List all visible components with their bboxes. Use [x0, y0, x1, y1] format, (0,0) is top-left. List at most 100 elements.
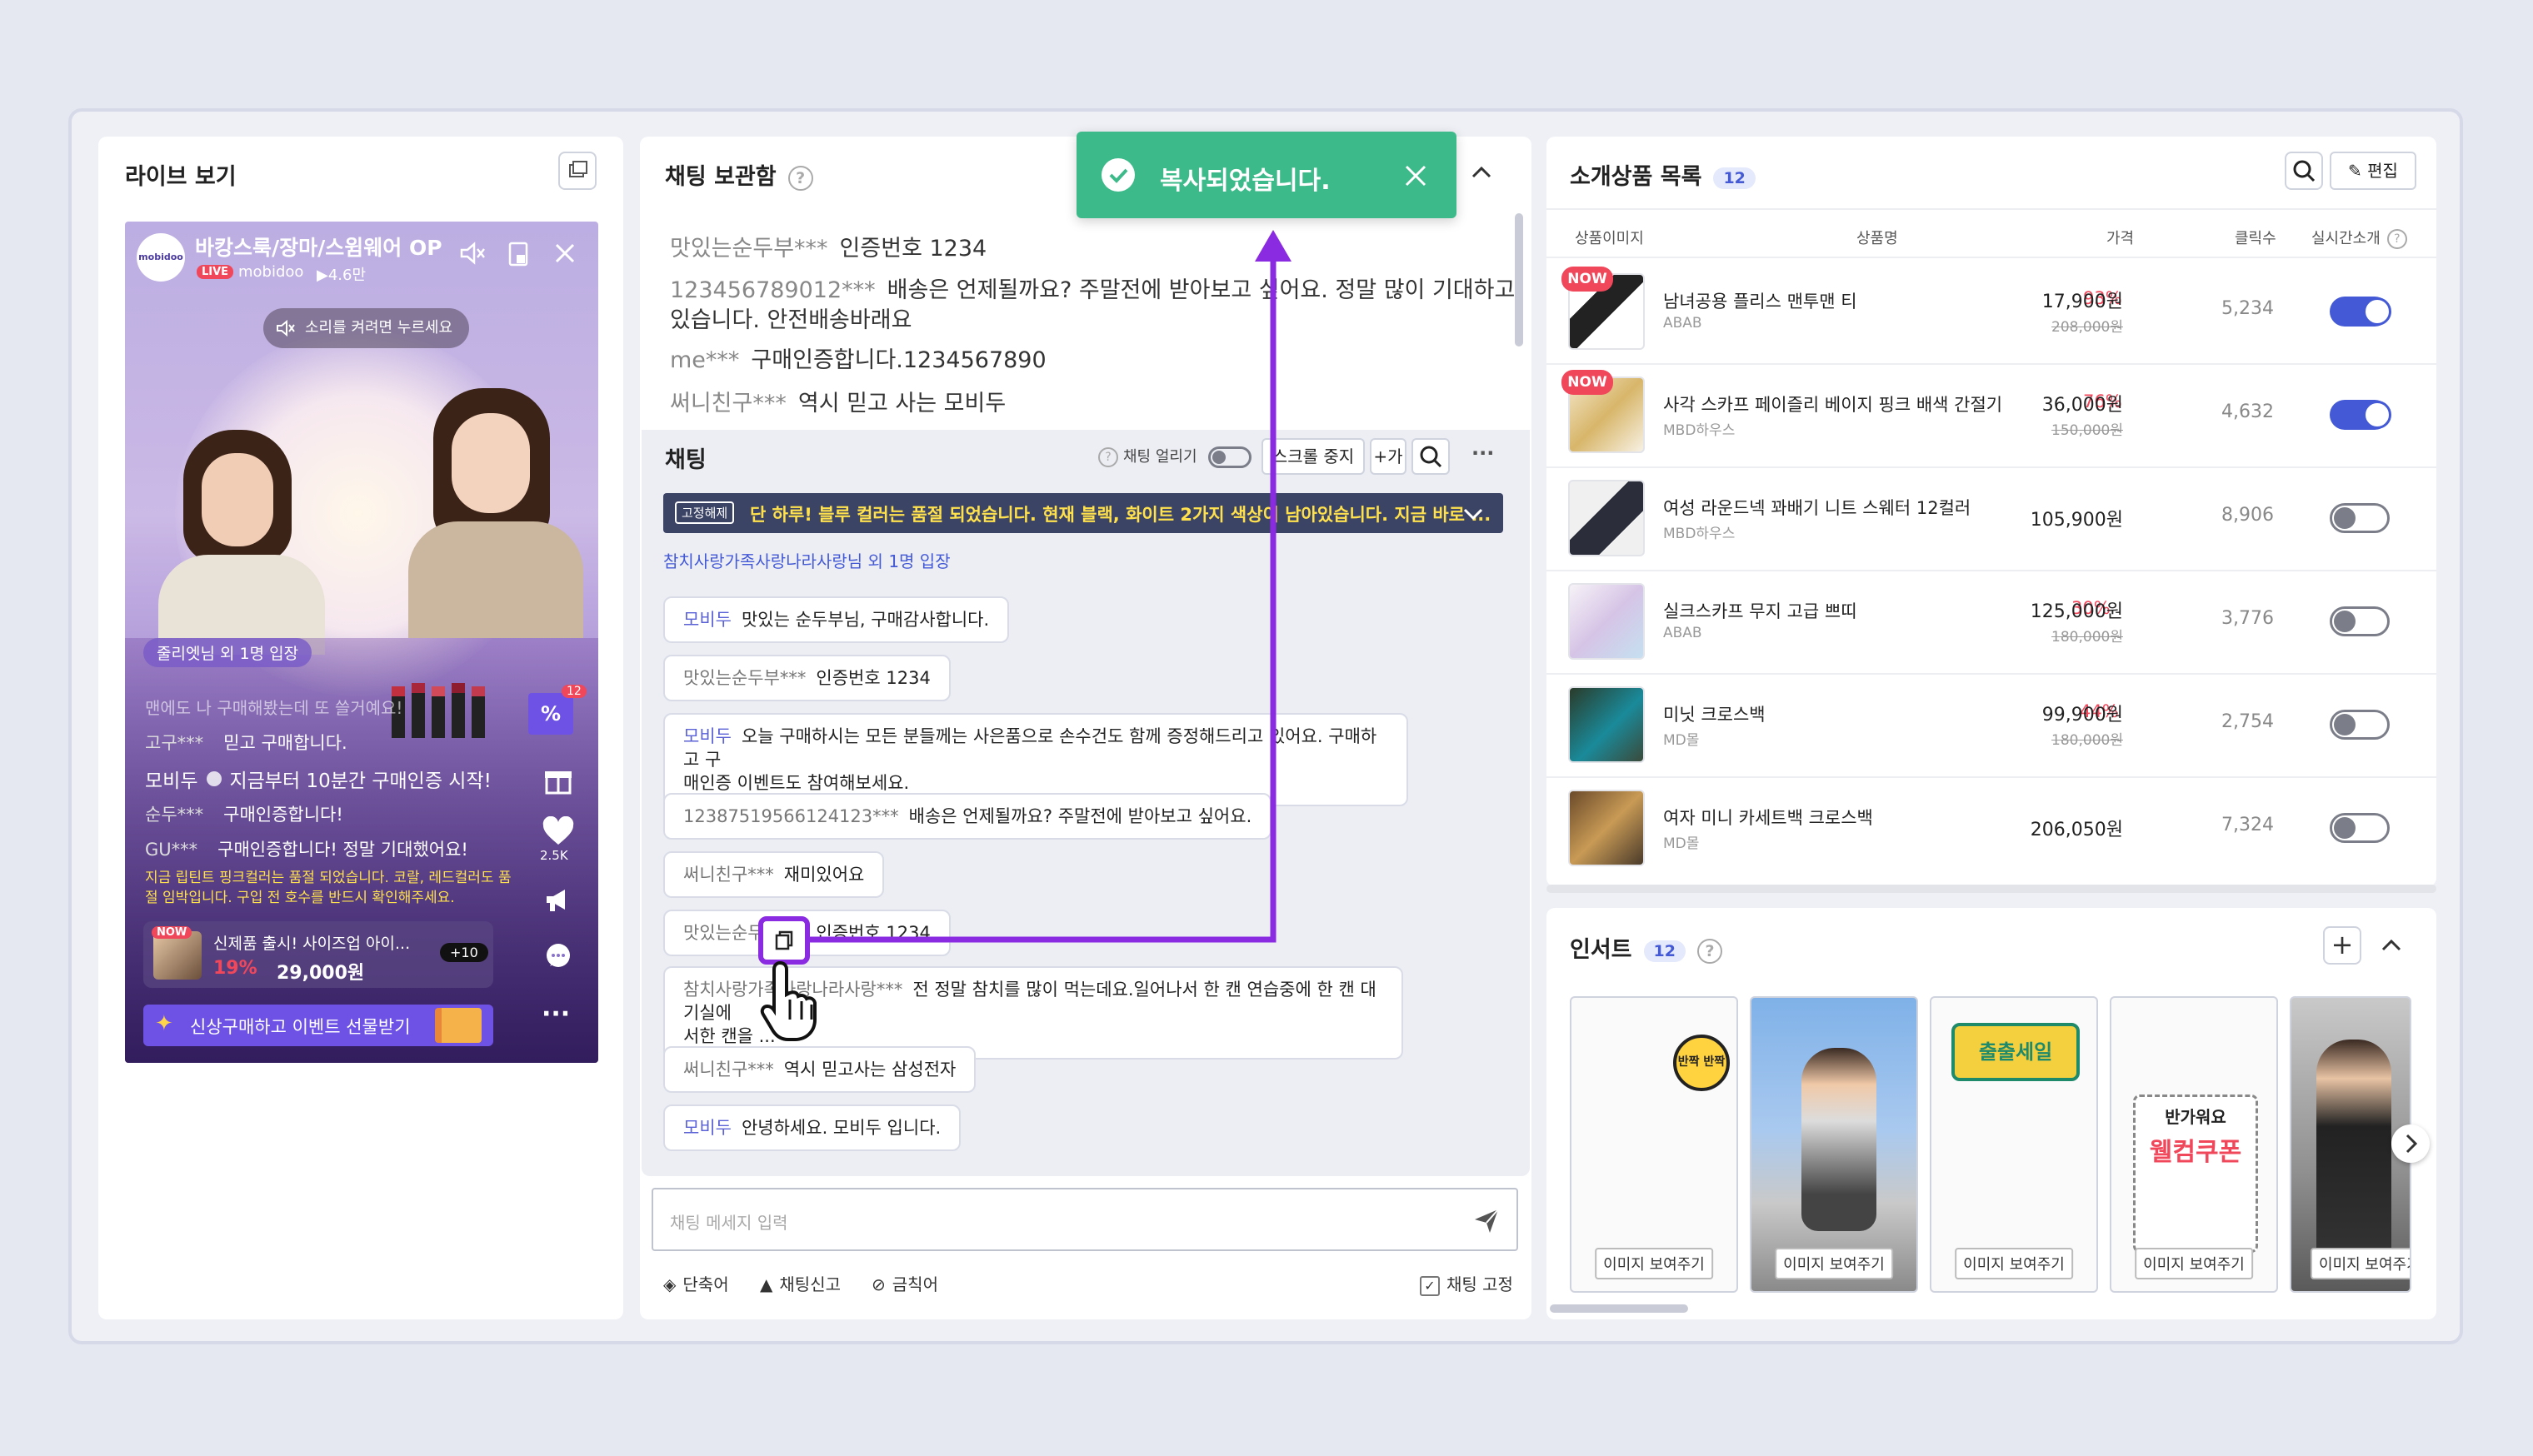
live-title: 라이브 보기 — [125, 164, 237, 190]
product-row[interactable]: 미닛 크로스백 MD몰 44% 99,900원 180,000원 2,754 — [1546, 673, 2436, 778]
product-brand: MBD하우스 — [1663, 526, 1736, 542]
insert-title: 인서트 12? — [1570, 931, 1722, 964]
mute-icon[interactable] — [455, 237, 488, 270]
channel-title: 바캉스룩/장마/스윔웨어 OP — [195, 236, 442, 260]
next-arrow-button[interactable] — [2391, 1124, 2430, 1163]
insert-hscroll[interactable] — [1550, 1304, 1688, 1313]
now-badge: NOW — [1561, 267, 1613, 292]
product-row[interactable]: NOW 사각 스카프 페이즐리 베이지 핑크 배색 간절기 MBD하우스 76%… — [1546, 363, 2436, 468]
live-toggle[interactable] — [2330, 710, 2390, 740]
collapse-icon[interactable] — [1466, 158, 1496, 188]
product-price: 105,900원 — [2030, 510, 2123, 531]
live-toggle[interactable] — [2330, 400, 2391, 430]
banned-words-button[interactable]: ⊘ 금칙어 — [872, 1271, 938, 1295]
live-chat-line: 맨에도 나 구매해봤는데 또 쓸거예요! — [145, 698, 403, 718]
edit-button[interactable]: ✎ 편집 — [2330, 152, 2416, 190]
gift-icon[interactable] — [542, 763, 575, 796]
product-clicks: 8,906 — [2221, 505, 2274, 526]
product-name: 여성 라운드넥 꽈배기 니트 스웨터 12컬러 — [1663, 498, 1971, 518]
show-image-button[interactable]: 이미지 보여주기 — [1595, 1248, 1713, 1279]
show-image-button[interactable]: 이미지 보여주기 — [2311, 1248, 2410, 1279]
products-hscroll[interactable] — [1546, 885, 2436, 893]
product-price: 17,900원 — [2041, 292, 2123, 312]
insert-card[interactable]: 출출세일 이미지 보여주기 — [1930, 996, 2098, 1293]
live-toggle[interactable] — [2330, 606, 2390, 636]
chat-search-button[interactable] — [1411, 438, 1450, 475]
now-badge: NOW — [152, 926, 192, 939]
live-badge: LIVE — [197, 265, 234, 279]
font-size-button[interactable]: +가 — [1370, 438, 1406, 475]
live-toggle[interactable] — [2330, 813, 2390, 843]
product-row[interactable]: 실크스카프 무지 고급 쁘띠 ABAB 30% 125,000원 180,000… — [1546, 570, 2436, 675]
event-banner-text: 신상구매하고 이벤트 선물받기 — [190, 1017, 411, 1037]
product-search-button[interactable] — [2285, 152, 2323, 190]
report-button[interactable]: ▲ 채팅신고 — [760, 1271, 841, 1295]
more-icon[interactable]: ··· — [542, 1000, 570, 1029]
product-row[interactable]: 여자 미니 카세트백 크로스백 MD몰 206,050원 7,324 — [1546, 776, 2436, 880]
chat-bubble[interactable]: 모비두 안녕하세요. 모비두 입니다. — [663, 1104, 962, 1151]
hand-cursor-icon — [760, 960, 817, 1041]
product-name: 여자 미니 카세트백 크로스백 — [1663, 808, 1873, 828]
add-insert-button[interactable]: + — [2323, 926, 2361, 965]
comment-icon[interactable] — [542, 940, 575, 973]
collapse-icon[interactable] — [2376, 931, 2406, 961]
help-icon[interactable]: ? — [2386, 229, 2407, 249]
insert-card[interactable]: 이미지 보여주기 — [1750, 996, 1918, 1293]
product-name: 실크스카프 무지 고급 쁘띠 — [1663, 601, 1857, 621]
welcome-top: 반가워요 — [2165, 1107, 2226, 1127]
show-image-button[interactable]: 이미지 보여주기 — [2135, 1248, 2253, 1279]
help-icon[interactable]: ? — [787, 165, 813, 191]
like-count: 2.5K — [540, 848, 568, 863]
unpin-tag[interactable]: 고정해제 — [675, 501, 735, 524]
product-original-price: 180,000원 — [2051, 629, 2123, 646]
insert-card[interactable]: 반가워요 웰컴쿠폰 이미지 보여주기 — [2110, 996, 2278, 1293]
product-more-badge[interactable]: +10 — [440, 943, 488, 962]
ban-icon: ⊘ — [872, 1274, 886, 1294]
live-product-card[interactable]: NOW 신제품 출시! 사이즈업 아이... 19% 29,000원 +10 — [143, 921, 493, 988]
toast: 복사되었습니다. — [1077, 132, 1456, 218]
chevron-down-icon[interactable] — [1460, 500, 1486, 526]
live-video[interactable]: mobidoo 바캉스룩/장마/스윔웨어 OP LIVE mobidoo ▶4.… — [125, 222, 598, 1063]
chat-bubble[interactable]: 써니친구*** 역시 믿고사는 삼성전자 — [663, 1046, 977, 1093]
product-clicks: 5,234 — [2221, 298, 2274, 319]
col-price: 가격 — [2106, 230, 2135, 247]
toast-close-icon[interactable] — [1400, 160, 1431, 192]
event-banner[interactable]: ✦ 신상구매하고 이벤트 선물받기 — [143, 1005, 493, 1046]
show-image-button[interactable]: 이미지 보여주기 — [1775, 1248, 1893, 1279]
show-image-button[interactable]: 이미지 보여주기 — [1955, 1248, 2073, 1279]
archive-scrollbar[interactable] — [1515, 213, 1523, 347]
pin-chat-checkbox[interactable]: ✓ 채팅 고정 — [1420, 1271, 1513, 1296]
product-row[interactable]: 여성 라운드넥 꽈배기 니트 스웨터 12컬러 MBD하우스 105,900원 … — [1546, 466, 2436, 571]
copy-icon — [775, 930, 793, 950]
insert-card[interactable]: 반짝 반짝 이미지 보여주기 — [1570, 996, 1738, 1293]
send-icon[interactable] — [1471, 1206, 1501, 1236]
sound-hint-text: 소리를 켜려면 누르세요 — [305, 319, 453, 337]
close-icon[interactable] — [548, 237, 582, 270]
heart-icon[interactable] — [542, 816, 575, 846]
shortcut-button[interactable]: ◈ 단축어 — [663, 1271, 729, 1295]
percent-badge[interactable]: % — [528, 693, 573, 735]
help-icon[interactable]: ? — [1696, 938, 1722, 964]
view-count: ▶4.6만 — [317, 267, 367, 284]
channel-name: mobidoo — [238, 263, 304, 281]
chevron-right-icon — [2406, 1134, 2418, 1154]
sound-hint[interactable]: 소리를 켜려면 누르세요 — [263, 308, 470, 348]
gift-box-icon — [435, 1008, 482, 1043]
live-product-price: 29,000원 — [277, 963, 365, 984]
col-name: 상품명 — [1856, 230, 1898, 247]
popout-button[interactable] — [558, 152, 597, 190]
chat-input[interactable]: 채팅 메세지 입력 — [652, 1188, 1518, 1251]
product-price: 99,900원 — [2041, 705, 2123, 726]
chat-more-button[interactable]: ··· — [1471, 441, 1494, 465]
live-toggle[interactable] — [2330, 503, 2390, 533]
insert-count: 12 — [1643, 940, 1686, 962]
live-toggle[interactable] — [2330, 297, 2391, 327]
pip-icon[interactable] — [502, 237, 535, 270]
product-clicks: 2,754 — [2221, 711, 2274, 732]
welcome-main: 웰컴쿠폰 — [2149, 1138, 2242, 1167]
megaphone-icon[interactable] — [542, 883, 575, 916]
chat-title: 채팅 — [665, 447, 707, 473]
speaker-muted-icon — [277, 319, 295, 337]
chat-input-placeholder: 채팅 메세지 입력 — [670, 1213, 788, 1233]
product-row[interactable]: NOW 남녀공용 플리스 맨투맨 티 ABAB 93% 17,900원 208,… — [1546, 260, 2436, 365]
